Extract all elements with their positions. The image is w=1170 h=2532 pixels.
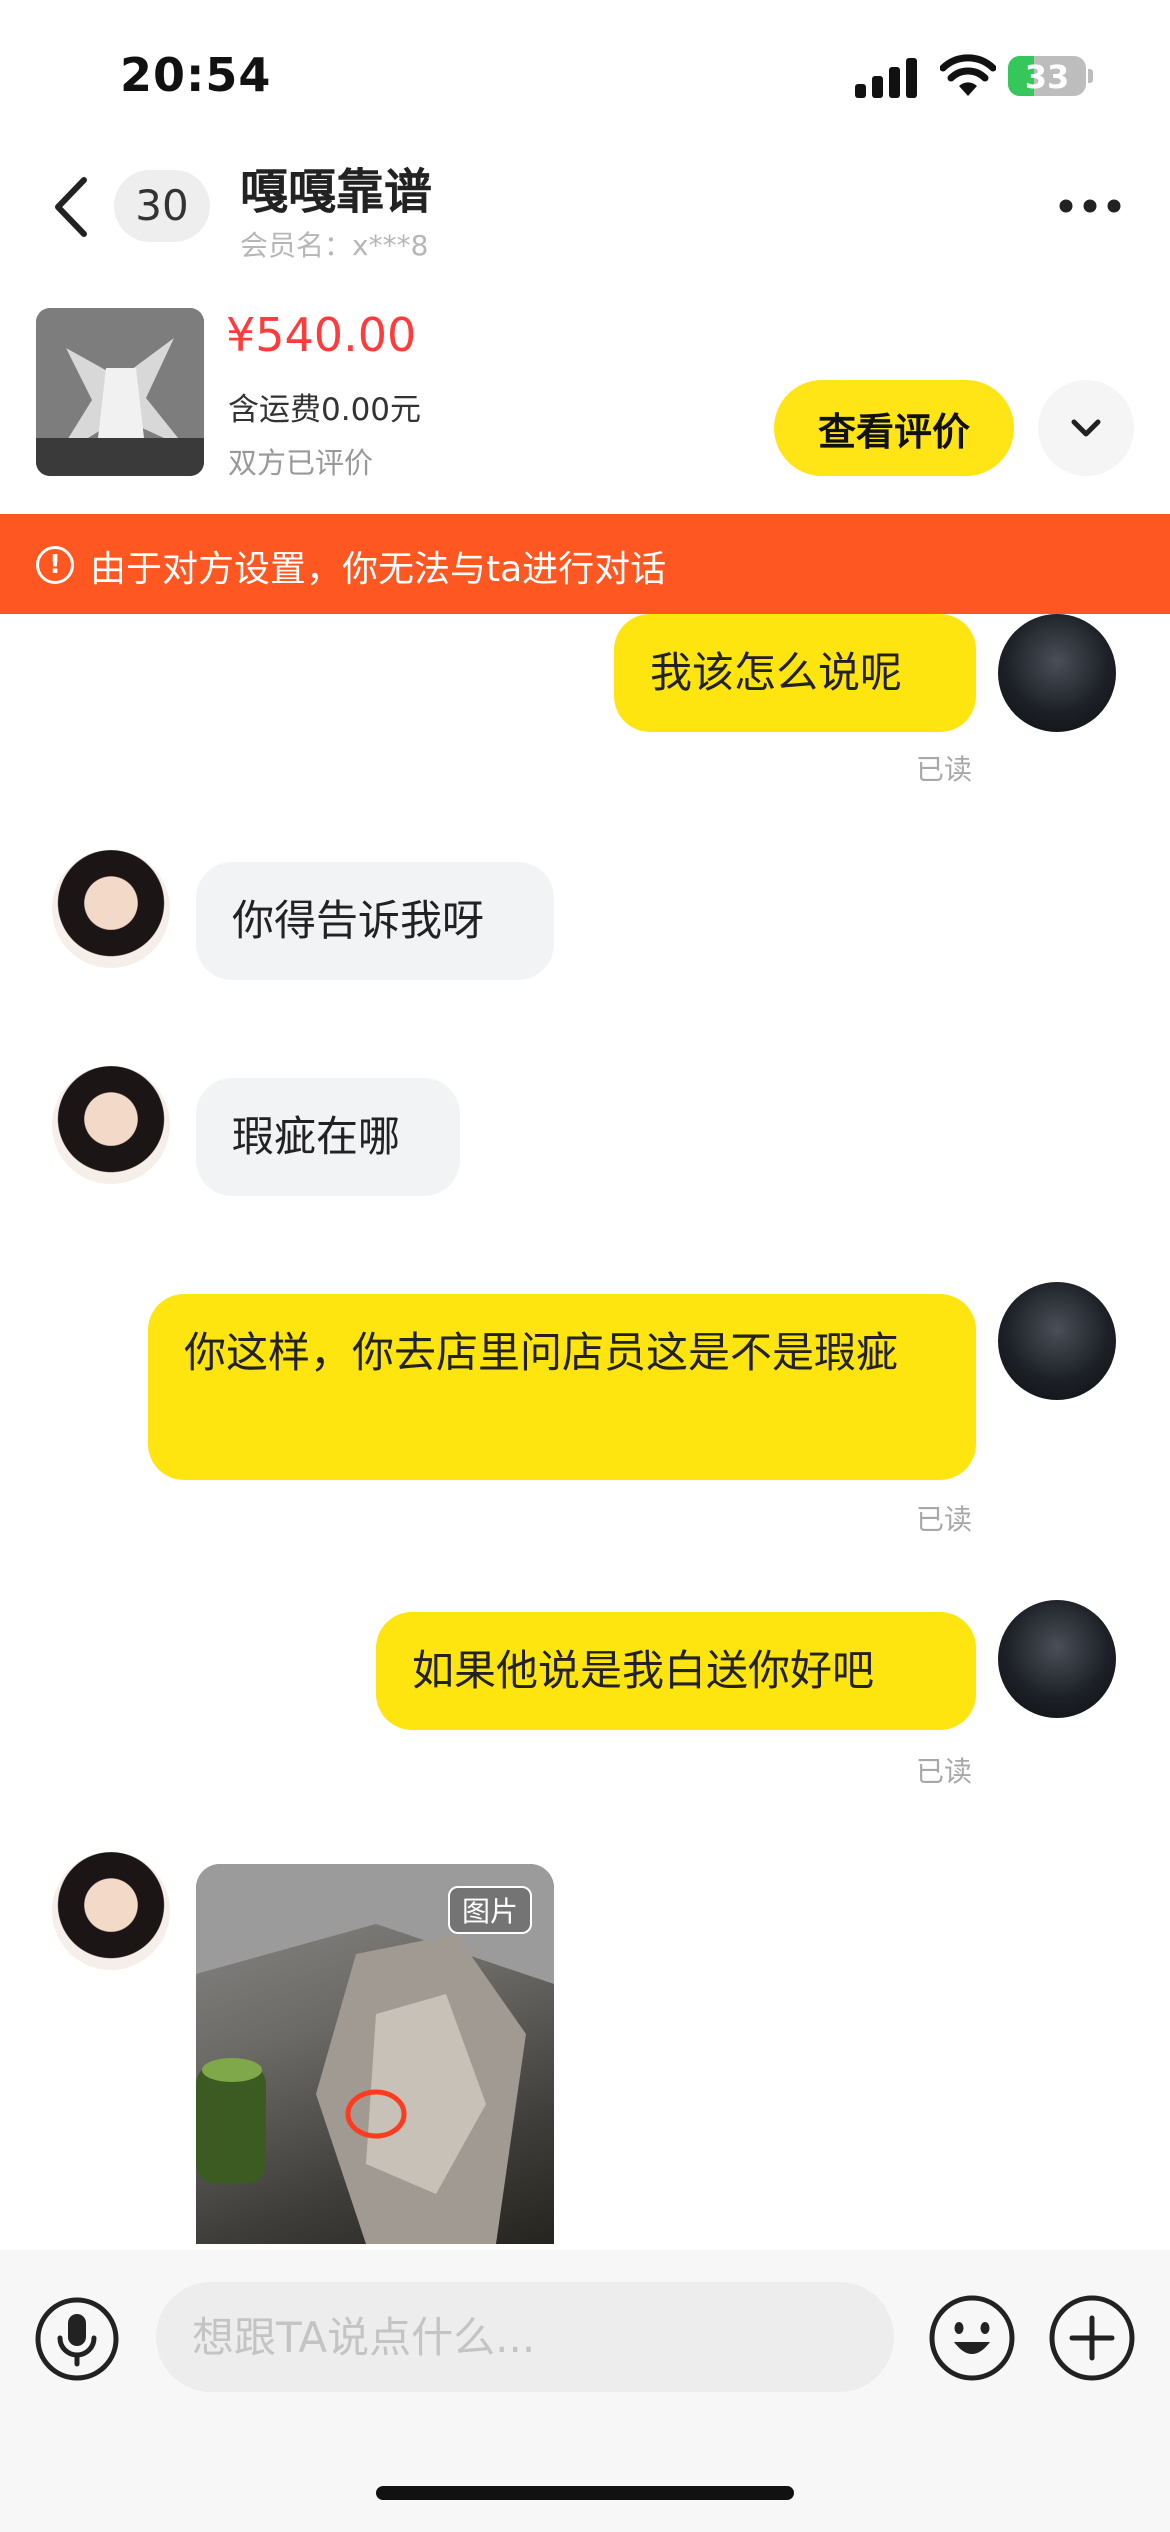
message-bubble-received[interactable]: 瑕疵在哪 [196, 1078, 460, 1196]
rating-status: 双方已评价 [228, 446, 374, 480]
seller-avatar[interactable] [52, 850, 170, 968]
seller-avatar[interactable] [52, 1852, 170, 1970]
product-price: ¥540.00 [226, 308, 417, 362]
message-text: 我该怎么说呢 [650, 648, 903, 697]
mic-icon[interactable] [34, 2296, 120, 2382]
my-avatar[interactable] [998, 1282, 1116, 1400]
read-status: 已读 [916, 1503, 973, 1536]
emoji-icon[interactable] [928, 2294, 1016, 2382]
chevron-down-icon [1071, 419, 1101, 437]
read-status: 已读 [916, 1755, 973, 1788]
shipping-fee: 含运费0.00元 [228, 392, 422, 428]
expand-button[interactable] [1038, 380, 1134, 476]
wifi-icon [940, 54, 996, 96]
view-review-button[interactable]: 查看评价 [774, 380, 1014, 476]
plus-icon[interactable] [1048, 2294, 1136, 2382]
my-avatar[interactable] [998, 614, 1116, 732]
image-tag: 图片 [447, 1886, 532, 1934]
unread-count-badge[interactable]: 30 [114, 170, 210, 242]
alert-icon: ! [36, 546, 74, 584]
back-icon[interactable] [40, 172, 100, 242]
status-time: 20:54 [120, 48, 272, 102]
warning-text: 由于对方设置，你无法与ta进行对话 [90, 549, 667, 590]
signal-icon [855, 58, 917, 98]
read-status: 已读 [916, 753, 973, 786]
product-figure-image [36, 308, 204, 476]
message-bubble-sent[interactable]: 如果他说是我白送你好吧 [376, 1612, 976, 1730]
more-icon[interactable] [1058, 198, 1122, 214]
message-text: 你得告诉我呀 [232, 896, 485, 945]
home-indicator [376, 2486, 794, 2500]
my-avatar[interactable] [998, 1600, 1116, 1718]
battery-icon: 33 [1008, 56, 1086, 96]
message-text: 如果他说是我白送你好吧 [412, 1646, 875, 1695]
battery-tip [1088, 69, 1093, 83]
chat-title: 嘎嘎靠谱 [240, 164, 433, 220]
message-bubble-sent[interactable]: 我该怎么说呢 [614, 614, 976, 732]
product-thumbnail[interactable] [36, 308, 204, 476]
message-text: 瑕疵在哪 [232, 1112, 401, 1161]
battery-percent: 33 [1024, 58, 1070, 96]
message-text: 你这样，你去店里问店员这是不是瑕疵 [184, 1328, 899, 1377]
chat-messages[interactable]: 我该怎么说呢 已读 你得告诉我呀 瑕疵在哪 你这样，你去店里问店员这是不是瑕疵 … [0, 614, 1170, 2244]
member-name: 会员名：x***8 [240, 229, 429, 262]
image-message[interactable]: 图片 [196, 1864, 554, 2244]
message-input[interactable] [156, 2282, 894, 2392]
message-bubble-received[interactable]: 你得告诉我呀 [196, 862, 554, 980]
seller-avatar[interactable] [52, 1066, 170, 1184]
message-bubble-sent[interactable]: 你这样，你去店里问店员这是不是瑕疵 [148, 1294, 976, 1480]
